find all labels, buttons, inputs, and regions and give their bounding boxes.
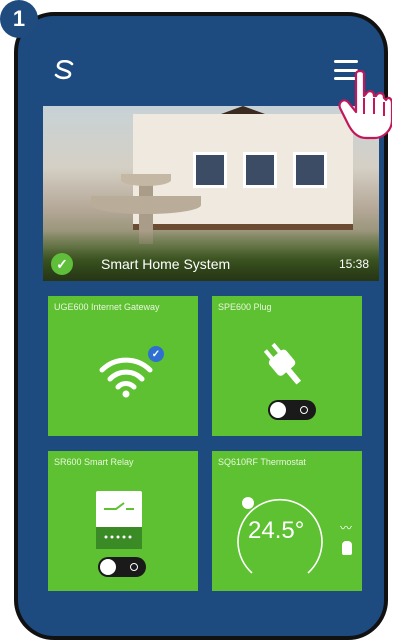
connected-check-icon: ✓ xyxy=(148,346,164,362)
home-title: Smart Home System xyxy=(101,256,231,272)
home-time: 15:38 xyxy=(338,257,369,271)
tile-label: UGE600 Internet Gateway xyxy=(54,302,160,312)
plug-toggle[interactable] xyxy=(268,400,316,420)
house-window xyxy=(293,152,327,188)
app-topbar xyxy=(18,16,384,104)
check-circle-icon: ✓ xyxy=(51,253,73,275)
relay-icon xyxy=(96,491,142,549)
home-photo-card[interactable]: ✓ Smart Home System 15:38 xyxy=(43,106,379,281)
heating-icon: 〰 xyxy=(339,521,352,535)
tile-label: SPE600 Plug xyxy=(218,302,272,312)
manual-mode-icon xyxy=(342,541,352,555)
step-number-badge: 1 xyxy=(0,0,38,38)
tile-label: SR600 Smart Relay xyxy=(54,457,134,467)
wifi-icon xyxy=(99,357,153,398)
relay-toggle[interactable] xyxy=(98,557,146,577)
thermostat-temperature: 24.5° xyxy=(248,517,305,544)
phone-frame: ✓ Smart Home System 15:38 UGE600 Interne… xyxy=(14,12,388,640)
tile-label: SQ610RF Thermostat xyxy=(218,457,306,467)
home-caption-bar: ✓ Smart Home System 15:38 xyxy=(43,247,379,281)
tap-hand-pointer-icon xyxy=(338,70,392,140)
salus-logo-icon xyxy=(54,60,74,80)
house-window xyxy=(243,152,277,188)
plug-icon xyxy=(263,342,302,385)
tile-internet-gateway[interactable]: UGE600 Internet Gateway ✓ xyxy=(48,296,198,436)
tile-smart-relay[interactable]: SR600 Smart Relay xyxy=(48,451,198,591)
tile-plug[interactable]: SPE600 Plug xyxy=(212,296,362,436)
tile-thermostat[interactable]: SQ610RF Thermostat 24.5° 〰 xyxy=(212,451,362,591)
